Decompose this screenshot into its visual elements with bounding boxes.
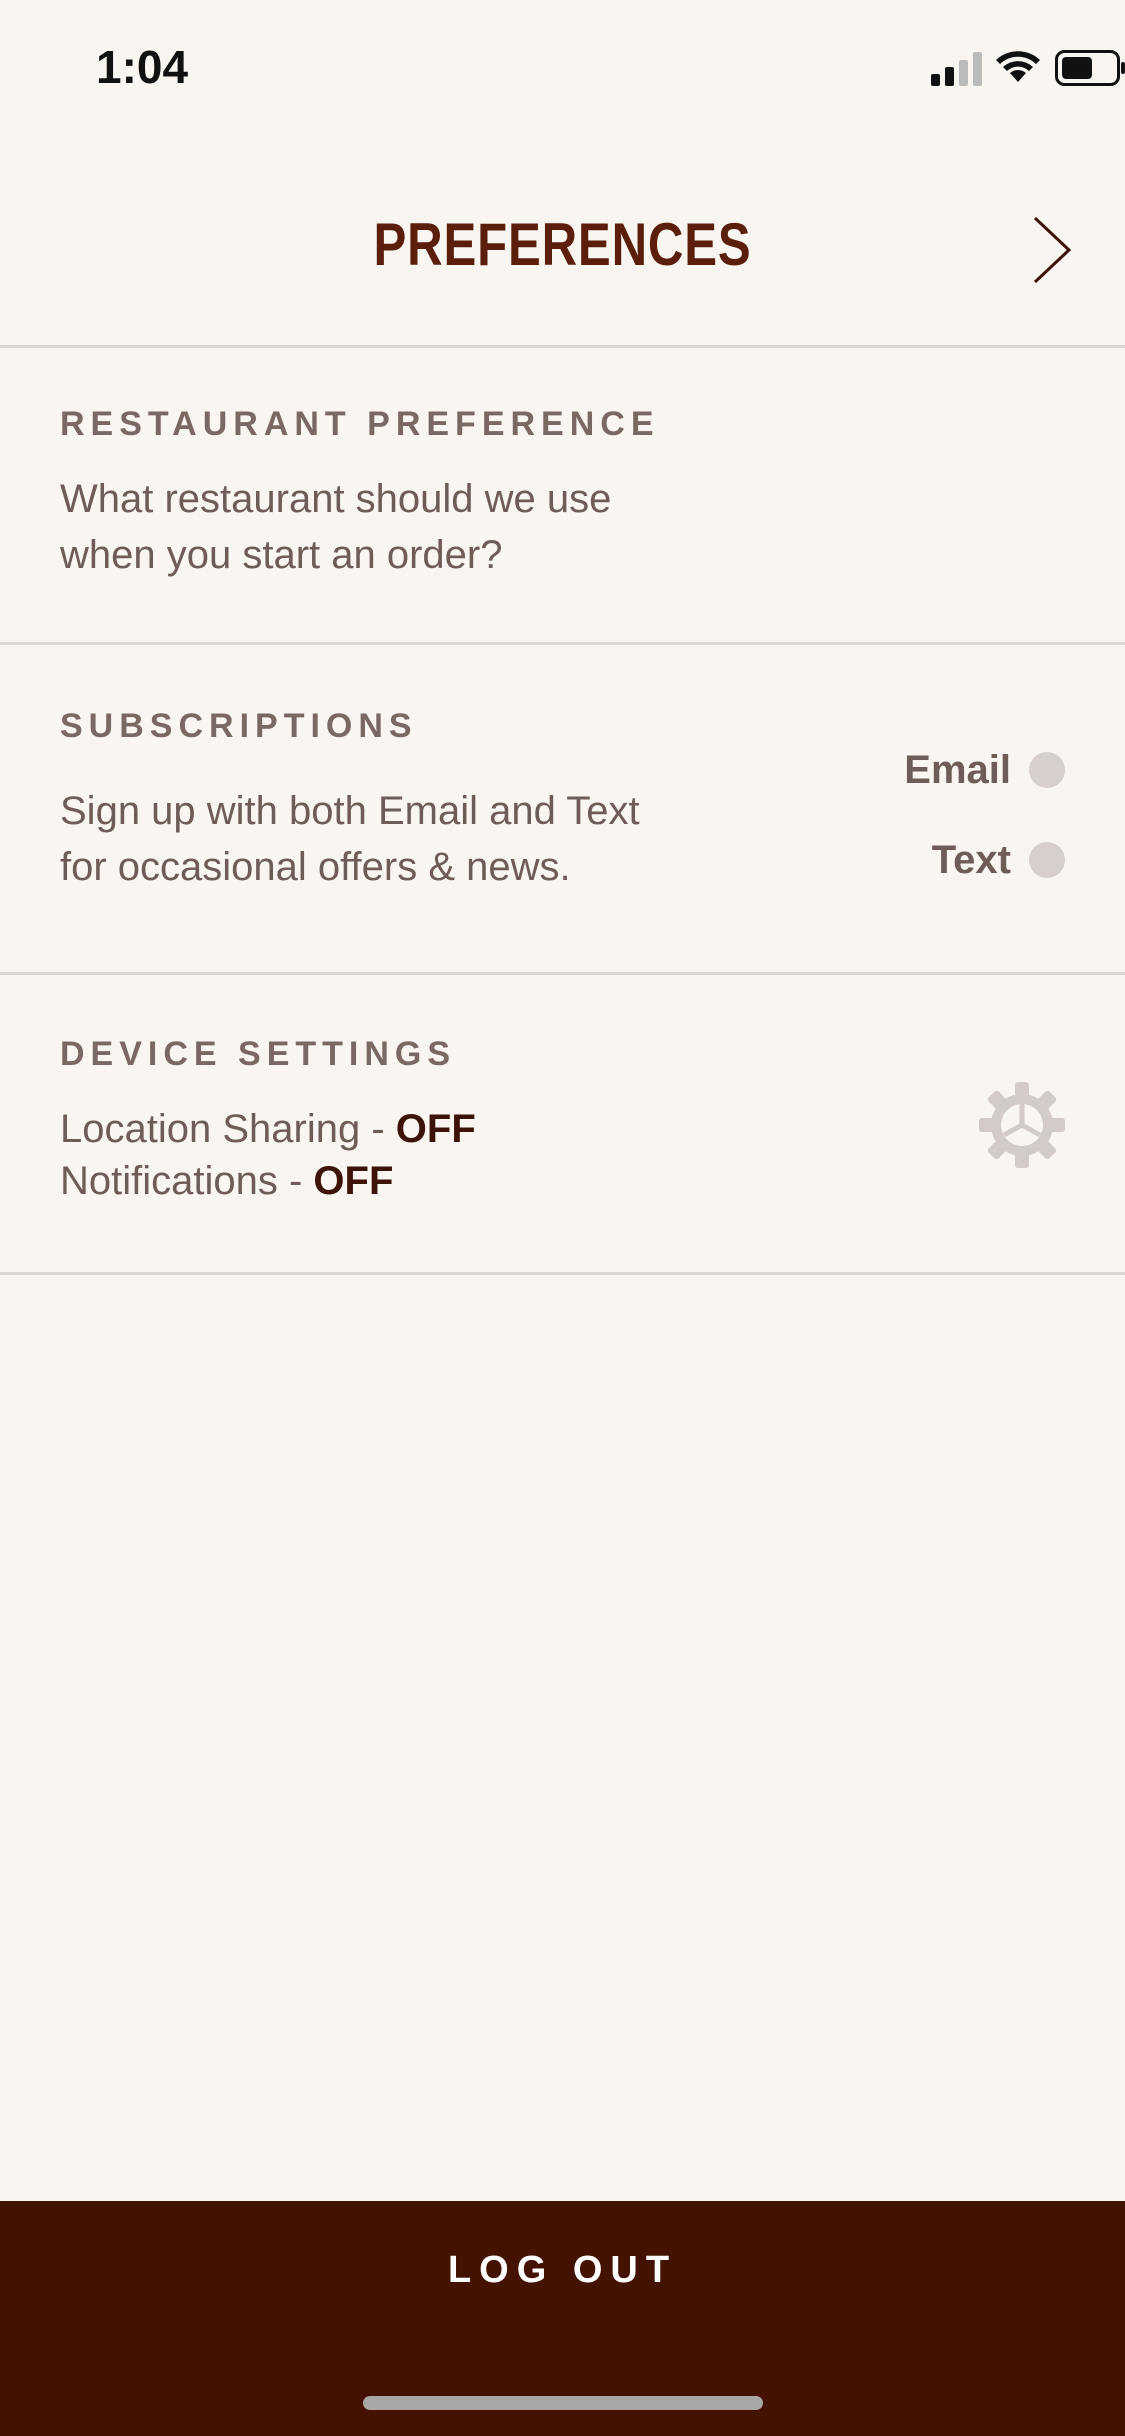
subscriptions-description: Sign up with both Email and Text for occ… (60, 783, 740, 895)
text-toggle-label: Text (931, 837, 1011, 882)
email-subscription-toggle[interactable]: Email (904, 745, 1065, 795)
restaurant-preference-line1: What restaurant should we use (60, 477, 612, 521)
text-subscription-toggle[interactable]: Text (932, 835, 1065, 885)
header: PREFERENCES (0, 140, 1125, 348)
notifications-label: Notifications - (60, 1159, 314, 1203)
device-settings-heading: DEVICE SETTINGS (60, 1035, 457, 1073)
subscriptions-section: SUBSCRIPTIONS Sign up with both Email an… (0, 645, 1125, 975)
restaurant-preference-line2: when you start an order? (60, 533, 503, 577)
location-sharing-status: Location Sharing - OFF (60, 1107, 476, 1152)
device-settings-button[interactable] (977, 1080, 1067, 1170)
restaurant-preference-section[interactable]: RESTAURANT PREFERENCE What restaurant sh… (0, 347, 1125, 645)
chevron-right-icon (1033, 216, 1072, 284)
signal-icon (931, 52, 982, 86)
status-bar: 1:04 (0, 0, 1125, 140)
notifications-status: Notifications - OFF (60, 1159, 393, 1204)
battery-icon (1055, 50, 1125, 86)
gear-icon (979, 1082, 1065, 1168)
home-indicator[interactable] (363, 2396, 763, 2410)
location-sharing-value: OFF (395, 1107, 476, 1151)
subscriptions-heading: SUBSCRIPTIONS (60, 707, 418, 745)
location-sharing-label: Location Sharing - (60, 1107, 396, 1151)
subscriptions-line2: for occasional offers & news. (60, 845, 571, 889)
wifi-icon (996, 51, 1040, 82)
page-title: PREFERENCES (373, 211, 752, 278)
email-toggle-label: Email (904, 747, 1011, 792)
text-toggle-indicator[interactable] (1029, 842, 1065, 878)
device-settings-section[interactable]: DEVICE SETTINGS Location Sharing - OFF N… (0, 975, 1125, 1275)
email-toggle-indicator[interactable] (1029, 752, 1065, 788)
restaurant-preference-heading: RESTAURANT PREFERENCE (60, 405, 660, 443)
status-icons (931, 48, 1125, 88)
logout-label: LOG OUT (447, 2249, 678, 2291)
notifications-value: OFF (313, 1159, 394, 1203)
restaurant-preference-description: What restaurant should we use when you s… (60, 471, 740, 583)
subscriptions-line1: Sign up with both Email and Text (60, 789, 640, 833)
forward-button[interactable] (1021, 210, 1081, 290)
status-time: 1:04 (96, 41, 189, 93)
